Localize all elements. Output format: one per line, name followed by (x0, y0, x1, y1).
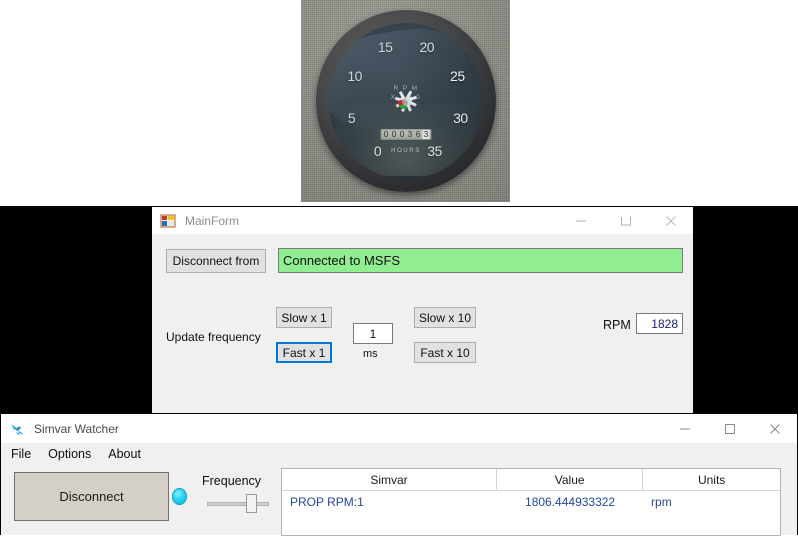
frequency-label: Frequency (202, 474, 261, 488)
menu-item-options[interactable]: Options (48, 447, 91, 461)
cell-units: rpm (643, 495, 780, 509)
close-button[interactable] (752, 414, 797, 443)
hour-meter-digit: 0 (399, 130, 406, 139)
hour-meter-digit: 3 (407, 130, 414, 139)
frequency-slider-track[interactable] (207, 502, 269, 506)
simvar-window-buttons[interactable] (662, 414, 797, 443)
update-frequency-label: Update frequency (166, 330, 261, 344)
simvar-title: Simvar Watcher (34, 422, 119, 436)
mainform-body: Disconnect from Connected to MSFS Update… (152, 234, 693, 439)
simvar-grid[interactable]: Simvar Value Units PROP RPM:1 1806.44493… (281, 468, 781, 536)
disconnect-button[interactable]: Disconnect (14, 472, 169, 521)
slow-x10-button[interactable]: Slow x 10 (414, 307, 476, 328)
mainform-title: MainForm (185, 214, 239, 228)
column-header-simvar[interactable]: Simvar (282, 469, 497, 490)
column-header-value[interactable]: Value (497, 469, 643, 490)
interval-input[interactable]: 1 (353, 323, 393, 344)
winforms-icon (160, 213, 176, 229)
slow-x1-button[interactable]: Slow x 1 (276, 307, 332, 328)
menu-item-file[interactable]: File (11, 447, 31, 461)
hour-meter-digit: 0 (383, 130, 390, 139)
hour-meter-digit: 6 (415, 130, 422, 139)
column-header-units[interactable]: Units (643, 469, 780, 490)
gauge-dial: 05101520253035 R P M X 1 0 0 000363 HOUR… (329, 23, 483, 179)
mainform-titlebar[interactable]: MainForm (152, 207, 693, 234)
needle-hub (402, 97, 411, 106)
interval-units-label: ms (363, 348, 378, 360)
gauge-rpm-text: R P M (391, 85, 421, 93)
hour-meter-tenths-digit: 3 (423, 130, 430, 139)
fast-x10-button[interactable]: Fast x 10 (414, 342, 476, 363)
close-button[interactable] (648, 207, 693, 234)
cell-simvar: PROP RPM:1 (282, 495, 497, 509)
menu-item-about[interactable]: About (108, 447, 141, 461)
simvar-grid-header: Simvar Value Units (282, 469, 780, 491)
mainform-window[interactable]: MainForm Disconnect from Connected to MS… (151, 206, 694, 413)
hour-meter: 000363 (381, 129, 432, 140)
hour-meter-digit: 0 (391, 130, 398, 139)
maximize-button[interactable] (603, 207, 648, 234)
analog-tachometer-photo: 05101520253035 R P M X 1 0 0 000363 HOUR… (301, 0, 510, 202)
gauge-bezel: 05101520253035 R P M X 1 0 0 000363 HOUR… (316, 10, 496, 192)
connection-status-box: Connected to MSFS (278, 248, 683, 273)
cell-value: 1806.444933322 (497, 495, 643, 509)
rpm-value-field[interactable]: 1828 (636, 313, 683, 334)
simvar-menubar[interactable]: File Options About (1, 443, 797, 465)
frequency-slider-thumb[interactable] (246, 494, 257, 513)
rpm-label: RPM (603, 318, 631, 332)
maximize-button[interactable] (707, 414, 752, 443)
mainform-window-buttons[interactable] (558, 207, 693, 234)
connection-led-icon (172, 488, 187, 505)
fast-x1-button[interactable]: Fast x 1 (276, 342, 332, 363)
disconnect-from-button[interactable]: Disconnect from (166, 249, 266, 273)
simvar-watcher-window[interactable]: Simvar Watcher File Options About Discon… (0, 413, 798, 535)
minimize-button[interactable] (558, 207, 603, 234)
simvar-titlebar[interactable]: Simvar Watcher (1, 414, 797, 443)
hours-label: HOURS (391, 148, 421, 154)
plug-icon (9, 421, 25, 437)
simvar-body: Disconnect Frequency Simvar Value Units … (1, 465, 797, 535)
table-row[interactable]: PROP RPM:1 1806.444933322 rpm (282, 491, 780, 513)
minimize-button[interactable] (662, 414, 707, 443)
